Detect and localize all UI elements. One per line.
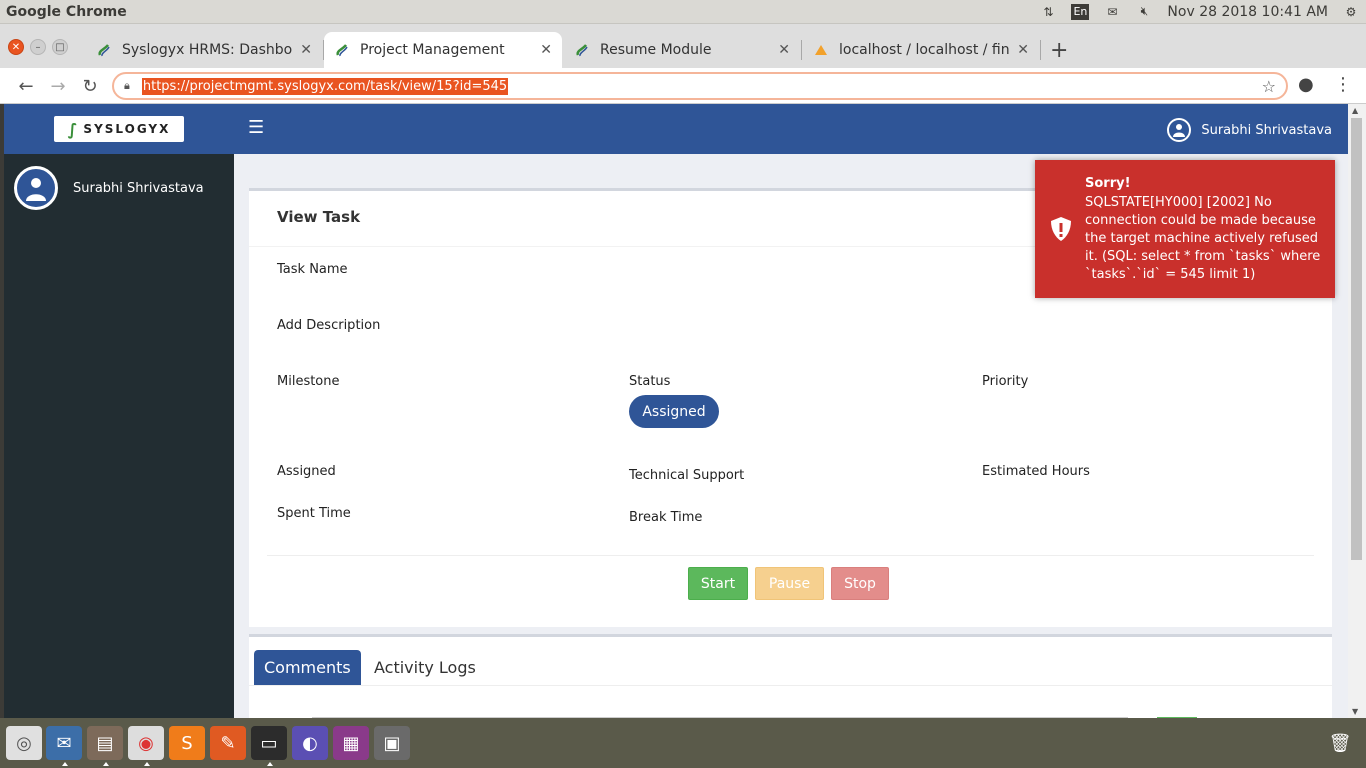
chrome-menu-icon[interactable]: ⋮ <box>1334 74 1352 95</box>
scroll-down-icon[interactable]: ▼ <box>1352 707 1358 716</box>
syslogyx-favicon-icon <box>334 42 350 58</box>
user-menu[interactable]: Surabhi Shrivastava <box>1167 118 1332 142</box>
chrome-app-icon[interactable]: ◉ <box>128 726 164 766</box>
forward-arrow-icon[interactable]: → <box>46 74 70 98</box>
logo-mark-icon: ∫ <box>67 119 78 139</box>
tab-close-icon[interactable]: ✕ <box>300 42 312 58</box>
spent-time-label: Spent Time <box>277 506 351 521</box>
task-name-label: Task Name <box>277 262 348 277</box>
logo-area[interactable]: ∫ SYSLOGYX <box>4 104 234 154</box>
status-badge: Assigned <box>629 395 719 428</box>
os-dock: ◎ ✉ ▤ ◉ S ✎ ▭ ◐ ▦ ▣ 🗑︎ <box>0 718 1366 768</box>
comments-panel: Comments Activity Logs <box>249 634 1332 718</box>
browser-tabstrip: ✕ – □ Syslogyx HRMS: Dashboard ✕ Project… <box>0 24 1366 68</box>
keyboard-language[interactable]: En <box>1071 3 1090 20</box>
stop-button[interactable]: Stop <box>831 567 889 600</box>
tab-separator <box>801 40 802 60</box>
hamburger-menu-icon[interactable]: ☰ <box>248 117 264 138</box>
browser-toolbar: ← → ↻ 🔒︎ https://projectmgmt.syslogyx.co… <box>0 68 1366 104</box>
browser-tab-phpmyadmin[interactable]: localhost / localhost / final ✕ <box>803 32 1039 68</box>
technical-support-label: Technical Support <box>629 468 745 483</box>
tab-title: Syslogyx HRMS: Dashboard <box>122 42 293 58</box>
status-label: Status <box>629 374 671 389</box>
back-arrow-icon[interactable]: ← <box>14 74 38 98</box>
window-controls: ✕ – □ <box>8 39 68 55</box>
sidebar-user-name: Surabhi Shrivastava <box>73 180 204 196</box>
settings-gear-icon[interactable]: ⚙ <box>1342 4 1360 20</box>
phpmyadmin-favicon-icon <box>813 42 829 58</box>
browser-tab-hrms[interactable]: Syslogyx HRMS: Dashboard ✕ <box>86 32 322 68</box>
user-avatar-icon <box>1167 118 1192 142</box>
file-manager-icon[interactable]: ▤ <box>87 726 123 766</box>
scrollbar-thumb[interactable] <box>1351 118 1362 560</box>
header-user-name: Surabhi Shrivastava <box>1201 122 1332 138</box>
url-text[interactable]: https://projectmgmt.syslogyx.com/task/vi… <box>141 77 509 95</box>
logo-text: SYSLOGYX <box>83 122 171 136</box>
workspace-switcher-icon[interactable]: ▣ <box>374 726 410 760</box>
syslogyx-logo: ∫ SYSLOGYX <box>54 116 184 142</box>
os-app-title: Google Chrome <box>6 3 127 20</box>
clock[interactable]: Nov 28 2018 10:41 AM <box>1167 4 1328 20</box>
tab-close-icon[interactable]: ✕ <box>540 42 552 58</box>
os-indicators: ⇅ En ✉ 🔇︎ Nov 28 2018 10:41 AM ⚙ <box>1039 3 1360 20</box>
eclipse-icon[interactable]: ◐ <box>292 726 328 760</box>
app-header: ☰ Surabhi Shrivastava <box>234 104 1348 154</box>
tab-close-icon[interactable]: ✕ <box>1017 42 1029 58</box>
mail-app-icon[interactable]: ✉ <box>46 726 82 766</box>
sidebar-user-panel: Surabhi Shrivastava <box>14 166 204 210</box>
scroll-up-icon[interactable]: ▲ <box>1352 106 1358 115</box>
syslogyx-favicon-icon <box>574 42 590 58</box>
priority-label: Priority <box>982 374 1029 389</box>
lock-icon[interactable]: 🔒︎ <box>124 79 130 93</box>
assigned-label: Assigned <box>277 464 336 479</box>
window-minimize-icon[interactable]: – <box>30 39 46 55</box>
toast-title: Sorry! <box>1085 176 1131 191</box>
window-maximize-icon[interactable]: □ <box>52 39 68 55</box>
shield-alert-icon <box>1049 216 1073 242</box>
syslogyx-favicon-icon <box>96 42 112 58</box>
bookmark-star-icon[interactable]: ☆ <box>1262 77 1276 96</box>
tab-title: Project Management <box>360 42 505 58</box>
tab-title: localhost / localhost / final <box>839 42 1010 58</box>
page-title: View Task <box>277 208 361 226</box>
network-icon[interactable]: ⇅ <box>1039 4 1057 20</box>
profile-icon[interactable]: ● <box>1298 74 1314 95</box>
break-time-label: Break Time <box>629 510 703 525</box>
reload-icon[interactable]: ↻ <box>78 74 102 98</box>
estimated-hours-label: Estimated Hours <box>982 464 1090 479</box>
postman-icon[interactable]: ✎ <box>210 726 246 760</box>
mail-icon[interactable]: ✉ <box>1103 4 1121 20</box>
tab-title: Resume Module <box>600 42 712 58</box>
sublime-text-icon[interactable]: S <box>169 726 205 760</box>
terminal-icon[interactable]: ▭ <box>251 726 287 766</box>
app-window-icon[interactable]: ▦ <box>333 726 369 760</box>
dash-home-icon[interactable]: ◎ <box>6 726 42 760</box>
trash-icon[interactable]: 🗑︎ <box>1322 726 1358 760</box>
volume-muted-icon[interactable]: 🔇︎ <box>1135 4 1153 20</box>
page-scrollbar[interactable]: ▲ ▼ <box>1348 104 1366 718</box>
tab-comments[interactable]: Comments <box>254 650 361 685</box>
pause-button[interactable]: Pause <box>755 567 824 600</box>
error-toast[interactable]: Sorry! SQLSTATE[HY000] [2002] No connect… <box>1035 160 1335 298</box>
tab-activity-logs[interactable]: Activity Logs <box>364 650 486 685</box>
sidebar: ∫ SYSLOGYX Surabhi Shrivastava <box>4 104 234 718</box>
tab-close-icon[interactable]: ✕ <box>778 42 790 58</box>
milestone-label: Milestone <box>277 374 340 389</box>
divider <box>249 685 1332 686</box>
tab-separator <box>1040 40 1041 60</box>
address-bar[interactable]: 🔒︎ https://projectmgmt.syslogyx.com/task… <box>112 72 1288 100</box>
window-close-icon[interactable]: ✕ <box>8 39 24 55</box>
browser-tab-project-management[interactable]: Project Management ✕ <box>324 32 562 68</box>
divider <box>267 555 1314 556</box>
avatar <box>14 166 58 210</box>
toast-message: SQLSTATE[HY000] [2002] No connection cou… <box>1085 195 1321 282</box>
os-top-bar: Google Chrome ⇅ En ✉ 🔇︎ Nov 28 2018 10:4… <box>0 0 1366 24</box>
new-tab-plus-icon[interactable]: + <box>1050 38 1068 63</box>
start-button[interactable]: Start <box>688 567 748 600</box>
add-description-label: Add Description <box>277 318 381 333</box>
browser-tab-resume[interactable]: Resume Module ✕ <box>564 32 800 68</box>
